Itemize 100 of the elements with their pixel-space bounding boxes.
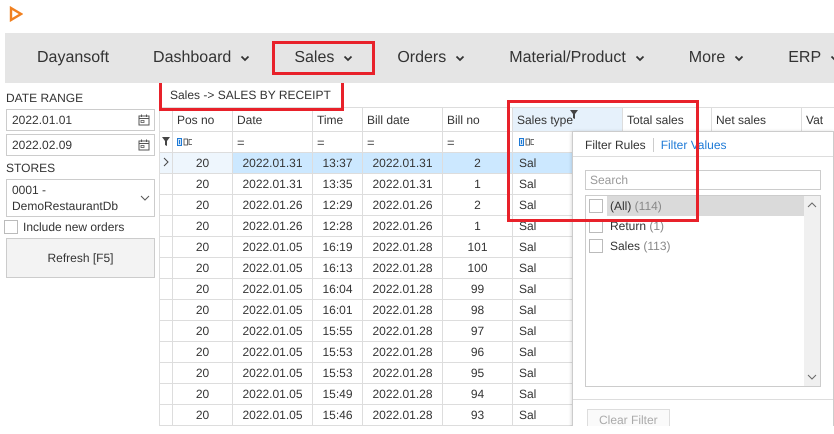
- table-cell: 20: [196, 198, 210, 212]
- nav-item[interactable]: Orders: [375, 41, 488, 75]
- table-cell: 2022.01.28: [372, 408, 433, 422]
- table-cell: 1: [474, 219, 481, 233]
- nav-item[interactable]: More: [666, 41, 766, 75]
- text-filter-icon[interactable]: [177, 138, 193, 146]
- table-cell: Sal: [519, 324, 536, 338]
- stores-label: STORES: [6, 160, 56, 177]
- table-cell: 15:55: [322, 324, 353, 338]
- nav-item[interactable]: Dashboard: [131, 41, 272, 75]
- table-cell: 20: [196, 303, 210, 317]
- table-cell: Sal: [519, 282, 536, 296]
- column-header[interactable]: Pos no: [172, 108, 232, 132]
- value-item[interactable]: Return (1): [607, 216, 804, 236]
- table-cell: 12:29: [322, 198, 353, 212]
- table-cell: 16:19: [322, 240, 353, 254]
- nav-item[interactable]: Material/Product: [487, 41, 667, 75]
- table-cell: 1: [474, 177, 481, 191]
- table-cell: 2022.01.28: [372, 261, 433, 275]
- table-cell: 2022.01.28: [372, 282, 433, 296]
- calendar-icon: [138, 114, 150, 126]
- table-cell: 98: [470, 303, 484, 317]
- logo-icon: [9, 6, 23, 22]
- table-cell: 15:49: [322, 387, 353, 401]
- table-cell: 2022.01.05: [242, 324, 303, 338]
- table-cell: 2022.01.05: [242, 366, 303, 380]
- value-item[interactable]: Sales (113): [607, 236, 804, 256]
- table-cell: Sal: [519, 408, 536, 422]
- table-cell: Sal: [519, 303, 536, 317]
- table-cell: Sal: [519, 261, 536, 275]
- table-cell: 2022.01.05: [242, 387, 303, 401]
- filter-tab[interactable]: Filter Rules: [581, 138, 650, 152]
- scroll-up-icon[interactable]: [807, 202, 817, 208]
- table-cell: Sal: [519, 345, 536, 359]
- table-cell: 2022.01.05: [242, 408, 303, 422]
- table-cell: 20: [196, 156, 210, 170]
- store-dropdown[interactable]: 0001 - DemoRestaurantDb: [6, 179, 155, 217]
- column-header[interactable]: Time: [312, 108, 362, 132]
- scroll-down-icon[interactable]: [807, 374, 817, 380]
- table-cell: Sal: [519, 387, 536, 401]
- table-cell: 2022.01.31: [372, 177, 433, 191]
- column-header[interactable]: Bill no: [442, 108, 512, 132]
- table-cell: 99: [470, 282, 484, 296]
- table-cell: 2022.01.26: [242, 219, 303, 233]
- checkbox[interactable]: [4, 220, 18, 234]
- table-cell: 20: [196, 408, 210, 422]
- table-cell: 2022.01.28: [372, 387, 433, 401]
- table-cell: 20: [196, 366, 210, 380]
- table-cell: 2022.01.31: [242, 177, 303, 191]
- table-cell: Sal: [519, 219, 536, 233]
- filter-icon: [162, 137, 170, 146]
- search-field[interactable]: Search: [585, 170, 821, 190]
- table-cell: 20: [196, 324, 210, 338]
- column-header[interactable]: Sales type: [512, 108, 622, 132]
- table-cell: 13:37: [322, 156, 353, 170]
- nav-item[interactable]: Sales: [272, 41, 376, 75]
- table-cell: 2022.01.05: [242, 303, 303, 317]
- date-field[interactable]: 2022.01.01: [6, 109, 155, 131]
- table-cell: 2022.01.28: [372, 240, 433, 254]
- table-cell: 2022.01.31: [242, 156, 303, 170]
- table-cell: 12:28: [322, 219, 353, 233]
- value-item[interactable]: (All) (114): [607, 196, 804, 216]
- table-cell: 20: [196, 261, 210, 275]
- scrollbar[interactable]: [804, 196, 820, 386]
- table-cell: 2022.01.05: [242, 240, 303, 254]
- text-filter-icon[interactable]: [519, 138, 535, 146]
- table-cell: 93: [470, 408, 484, 422]
- column-header[interactable]: Bill date: [362, 108, 442, 132]
- equals-filter[interactable]: =: [237, 134, 245, 150]
- table-cell: 2: [474, 198, 481, 212]
- equals-filter[interactable]: =: [317, 134, 325, 150]
- table-cell: 101: [467, 240, 488, 254]
- equals-filter[interactable]: =: [367, 134, 375, 150]
- table-cell: 97: [470, 324, 484, 338]
- column-header[interactable]: Date: [232, 108, 312, 132]
- table-cell: 15:53: [322, 366, 353, 380]
- nav-item[interactable]: Dayansoft: [15, 41, 132, 75]
- checkbox[interactable]: [589, 199, 603, 213]
- table-cell: 2022.01.28: [372, 345, 433, 359]
- date-field[interactable]: 2022.02.09: [6, 134, 155, 156]
- calendar-icon: [138, 139, 150, 151]
- table-cell: 100: [467, 261, 488, 275]
- table-cell: 2022.01.05: [242, 345, 303, 359]
- checkbox[interactable]: [589, 239, 603, 253]
- table-cell: 2022.01.26: [372, 198, 433, 212]
- table-cell: 13:35: [322, 177, 353, 191]
- date-range-label: DATE RANGE: [6, 90, 84, 107]
- breadcrumb: Sales -> SALES BY RECEIPT: [159, 83, 344, 111]
- nav-item[interactable]: ERP: [766, 41, 834, 75]
- current-row-icon: [163, 157, 169, 167]
- table-cell: 20: [196, 345, 210, 359]
- table-cell: 16:01: [322, 303, 353, 317]
- chevron-down-icon: [140, 195, 150, 201]
- table-cell: 2022.01.05: [242, 261, 303, 275]
- table-cell: 20: [196, 282, 210, 296]
- checkbox-label: Include new orders: [23, 220, 124, 234]
- equals-filter[interactable]: =: [447, 134, 455, 150]
- refresh-button[interactable]: Refresh [F5]: [6, 238, 155, 278]
- table-cell: 15:46: [322, 408, 353, 422]
- table-cell: Sal: [519, 198, 536, 212]
